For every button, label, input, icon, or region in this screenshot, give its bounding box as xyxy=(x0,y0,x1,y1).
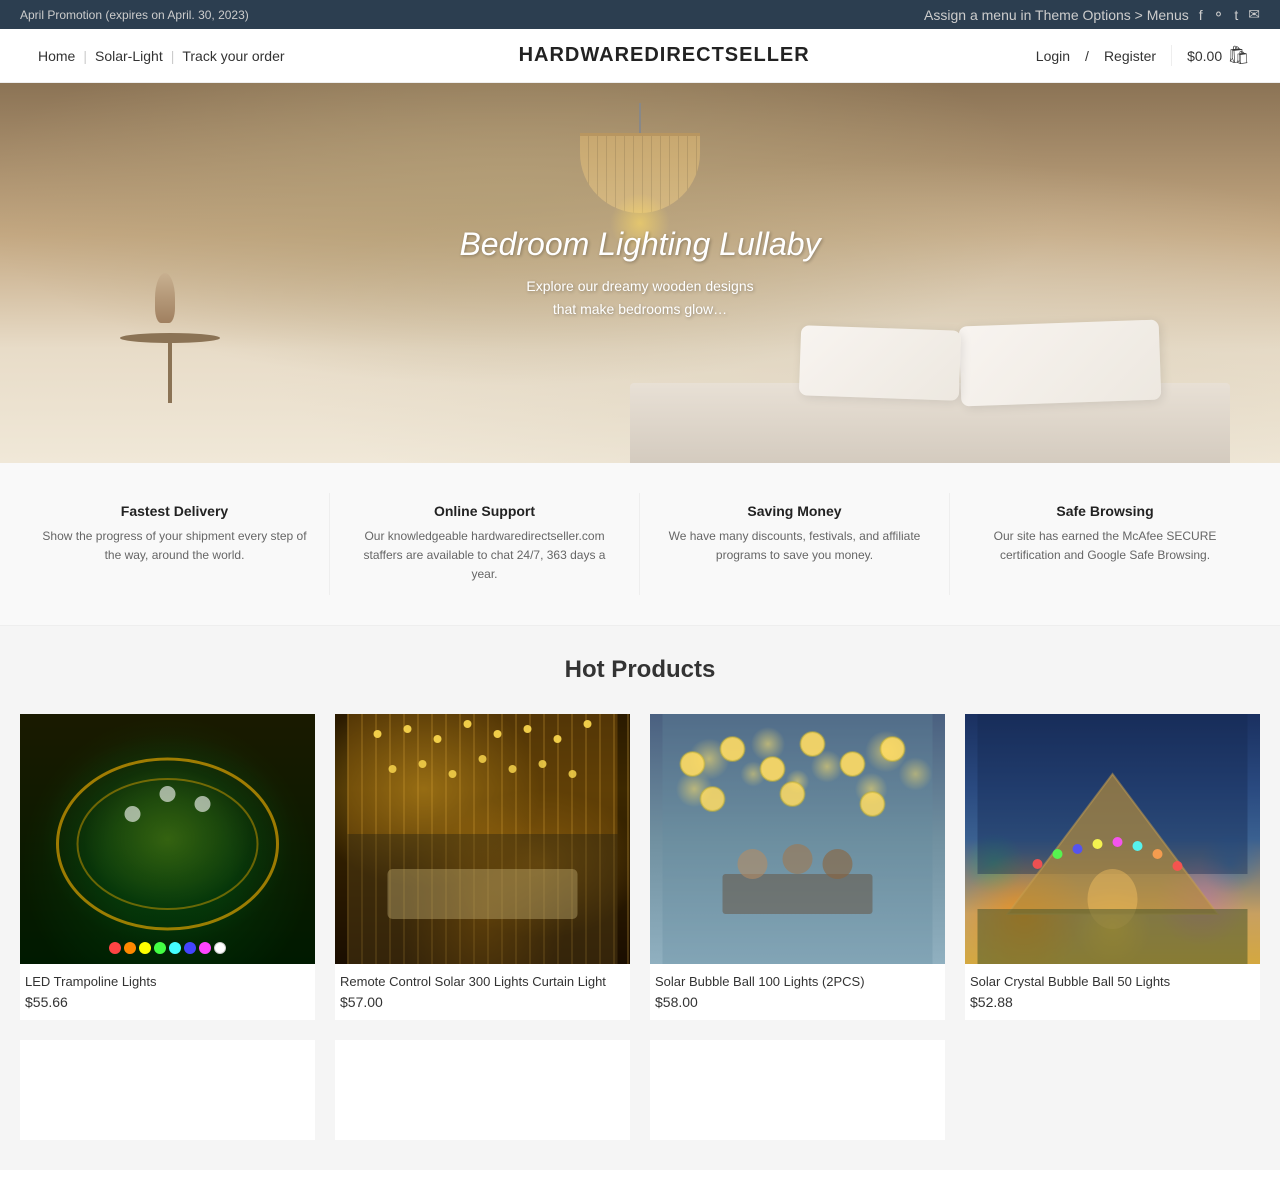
register-link[interactable]: Register xyxy=(1104,48,1156,64)
menu-assign-link[interactable]: Assign a menu in Theme Options > Menus xyxy=(924,7,1189,23)
crystal-svg xyxy=(965,714,1260,964)
brand-name: HARDWAREDIRECTSELLER xyxy=(519,44,810,67)
product-card-2[interactable]: Solar Bubble Ball 100 Lights (2PCS) $58.… xyxy=(650,714,945,1020)
product-price-3: $52.88 xyxy=(970,994,1255,1010)
hero-lamp-decoration xyxy=(580,103,700,213)
features-section: Fastest Delivery Show the progress of yo… xyxy=(0,463,1280,626)
hot-products-section: Hot Products xyxy=(0,626,1280,1170)
hero-banner: Bedroom Lighting Lullaby Explore our dre… xyxy=(0,83,1280,463)
curtain-svg xyxy=(335,714,630,964)
feature-title-1: Online Support xyxy=(350,503,619,519)
cart-button[interactable]: $0.00 🛍 xyxy=(1171,45,1250,66)
pillow-2 xyxy=(799,325,961,401)
main-nav-left: Home | Solar-Light | Track your order xyxy=(30,48,293,64)
light-purple xyxy=(199,942,211,954)
twitter-icon[interactable]: t xyxy=(1234,7,1238,23)
products-row-2 xyxy=(20,1040,1260,1140)
light-red xyxy=(109,942,121,954)
hero-title: Bedroom Lighting Lullaby xyxy=(459,226,820,263)
email-icon[interactable]: ✉ xyxy=(1248,6,1260,23)
products-grid: LED Trampoline Lights $55.66 xyxy=(20,714,1260,1020)
light-white xyxy=(214,942,226,954)
product-info-2: Solar Bubble Ball 100 Lights (2PCS) $58.… xyxy=(650,964,945,1020)
trampoline-svg xyxy=(20,714,315,964)
feature-title-2: Saving Money xyxy=(660,503,929,519)
feature-online-support: Online Support Our knowledgeable hardwar… xyxy=(330,493,640,595)
login-sep: / xyxy=(1085,48,1089,64)
feature-saving-money: Saving Money We have many discounts, fes… xyxy=(640,493,950,595)
product-card-3[interactable]: Solar Crystal Bubble Ball 50 Lights $52.… xyxy=(965,714,1260,1020)
feature-desc-2: We have many discounts, festivals, and a… xyxy=(660,527,929,565)
site-header: Home | Solar-Light | Track your order HA… xyxy=(0,29,1280,83)
curtain-image xyxy=(335,714,630,964)
light-cyan xyxy=(169,942,181,954)
product-name-0: LED Trampoline Lights xyxy=(25,974,310,989)
trampoline-lights-row xyxy=(20,942,315,954)
product-info-3: Solar Crystal Bubble Ball 50 Lights $52.… xyxy=(965,964,1260,1020)
light-green xyxy=(154,942,166,954)
product-placeholder-2 xyxy=(650,1040,945,1140)
side-table-decoration xyxy=(120,333,220,403)
bubble-svg xyxy=(650,714,945,964)
nav-solar-light[interactable]: Solar-Light xyxy=(87,48,171,64)
feature-title-3: Safe Browsing xyxy=(970,503,1240,519)
pillow-1 xyxy=(959,320,1162,407)
login-link[interactable]: Login xyxy=(1036,48,1070,64)
product-placeholder-3 xyxy=(965,1040,1260,1140)
instagram-icon[interactable]: ⚬ xyxy=(1213,6,1225,23)
top-bar-right: Assign a menu in Theme Options > Menus f… xyxy=(924,6,1260,23)
nav-home[interactable]: Home xyxy=(30,48,83,64)
cart-icon: 🛍 xyxy=(1227,45,1250,66)
trampoline-image xyxy=(20,714,315,964)
feature-desc-3: Our site has earned the McAfee SECURE ce… xyxy=(970,527,1240,565)
product-placeholder-0 xyxy=(20,1040,315,1140)
product-image-1 xyxy=(335,714,630,964)
product-name-3: Solar Crystal Bubble Ball 50 Lights xyxy=(970,974,1255,989)
feature-fastest-delivery: Fastest Delivery Show the progress of yo… xyxy=(20,493,330,595)
product-image-3 xyxy=(965,714,1260,964)
product-placeholder-1 xyxy=(335,1040,630,1140)
light-orange xyxy=(124,942,136,954)
top-bar: April Promotion (expires on April. 30, 2… xyxy=(0,0,1280,29)
product-image-0 xyxy=(20,714,315,964)
light-yellow xyxy=(139,942,151,954)
hero-subtitle: Explore our dreamy wooden designs that m… xyxy=(459,275,820,320)
nav-track-order[interactable]: Track your order xyxy=(174,48,292,64)
lamp-wire xyxy=(639,103,641,133)
product-price-2: $58.00 xyxy=(655,994,940,1010)
feature-title-0: Fastest Delivery xyxy=(40,503,309,519)
feature-desc-0: Show the progress of your shipment every… xyxy=(40,527,309,565)
product-card-0[interactable]: LED Trampoline Lights $55.66 xyxy=(20,714,315,1020)
product-name-1: Remote Control Solar 300 Lights Curtain … xyxy=(340,974,625,989)
product-name-2: Solar Bubble Ball 100 Lights (2PCS) xyxy=(655,974,940,989)
crystal-image xyxy=(965,714,1260,964)
bubble-image xyxy=(650,714,945,964)
product-price-1: $57.00 xyxy=(340,994,625,1010)
product-info-0: LED Trampoline Lights $55.66 xyxy=(20,964,315,1020)
vase-decoration xyxy=(155,273,175,323)
product-image-2 xyxy=(650,714,945,964)
light-blue xyxy=(184,942,196,954)
cart-amount: $0.00 xyxy=(1187,48,1222,64)
feature-safe-browsing: Safe Browsing Our site has earned the Mc… xyxy=(950,493,1260,595)
hero-text-block: Bedroom Lighting Lullaby Explore our dre… xyxy=(459,226,820,320)
hot-products-title: Hot Products xyxy=(20,656,1260,684)
nav-right: Login / Register $0.00 🛍 xyxy=(1036,45,1250,66)
promo-text: April Promotion (expires on April. 30, 2… xyxy=(20,8,249,22)
product-price-0: $55.66 xyxy=(25,994,310,1010)
product-info-1: Remote Control Solar 300 Lights Curtain … xyxy=(335,964,630,1020)
facebook-icon[interactable]: f xyxy=(1199,7,1203,23)
table-top xyxy=(120,333,220,343)
feature-desc-1: Our knowledgeable hardwaredirectseller.c… xyxy=(350,527,619,585)
product-card-1[interactable]: Remote Control Solar 300 Lights Curtain … xyxy=(335,714,630,1020)
table-leg xyxy=(168,343,172,403)
